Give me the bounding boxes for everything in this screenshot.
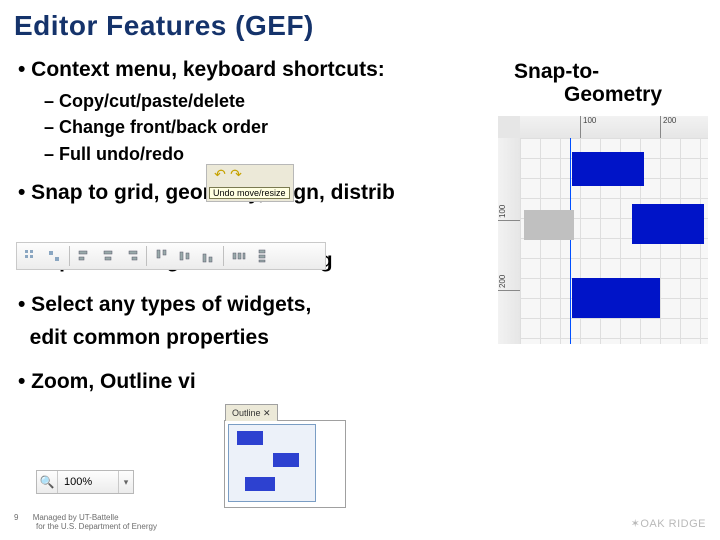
- chevron-down-icon: ▾: [118, 471, 133, 493]
- zoom-value: 100%: [58, 476, 118, 488]
- blue-rect: [572, 152, 644, 186]
- footer-line2: for the U.S. Department of Energy: [36, 522, 157, 531]
- snap-geometry-icon: [44, 246, 64, 266]
- ruler-tick: 100: [498, 178, 520, 221]
- outline-view-screenshot: Outline ✕: [224, 420, 346, 508]
- align-top-icon: [152, 246, 172, 266]
- blue-rect: [632, 204, 704, 244]
- align-distribute-toolbar: [16, 242, 326, 270]
- footer-line1: Managed by UT-Battelle: [33, 513, 119, 522]
- toolbar-separator: [223, 246, 224, 266]
- outline-tab: Outline ✕: [225, 404, 278, 421]
- magnifier-icon: 🔍: [37, 471, 58, 493]
- snap-guide-vertical: [570, 138, 571, 344]
- blue-rect: [572, 278, 660, 318]
- ruler-tick: 100: [580, 116, 623, 138]
- outline-viewport: [228, 424, 316, 502]
- ruler-tick: 200: [498, 248, 520, 291]
- align-bottom-icon: [198, 246, 218, 266]
- align-left-icon: [75, 246, 95, 266]
- distribute-h-icon: [229, 246, 249, 266]
- editor-canvas-screenshot: 100 200 100 200 300: [498, 116, 708, 344]
- undo-tooltip: Undo move/resize: [209, 187, 290, 199]
- bullet-zoom: • Zoom, Outline vi: [18, 368, 708, 396]
- align-middle-icon: [175, 246, 195, 266]
- canvas-area: [520, 138, 708, 344]
- distribute-v-icon: [252, 246, 272, 266]
- horizontal-ruler: 100 200: [520, 116, 708, 139]
- ruler-tick: 200: [660, 116, 703, 138]
- slide-footer: 9 Managed by UT-Battelle for the U.S. De…: [14, 513, 157, 532]
- zoom-control-screenshot: 🔍 100% ▾: [36, 470, 134, 494]
- page-number: 9: [14, 513, 18, 523]
- redo-icon: ↷: [229, 167, 243, 181]
- vertical-ruler: 100 200 300: [498, 138, 521, 344]
- bullet-context-menu: • Context menu, keyboard shortcuts:: [18, 56, 708, 84]
- undo-redo-screenshot: ↶ ↷ Undo move/resize: [206, 164, 294, 202]
- ruler-tick: 300: [498, 318, 520, 344]
- ghost-rect: [524, 210, 574, 240]
- undo-icon: ↶: [213, 167, 227, 181]
- sub-bullet-copy: – Copy/cut/paste/delete: [44, 88, 708, 114]
- align-center-icon: [98, 246, 118, 266]
- toolbar-separator: [146, 246, 147, 266]
- align-right-icon: [121, 246, 141, 266]
- ornl-logo: ✶OAK RIDGE: [631, 517, 706, 530]
- toolbar-separator: [69, 246, 70, 266]
- slide-title: Editor Features (GEF): [14, 10, 314, 42]
- snap-grid-icon: [21, 246, 41, 266]
